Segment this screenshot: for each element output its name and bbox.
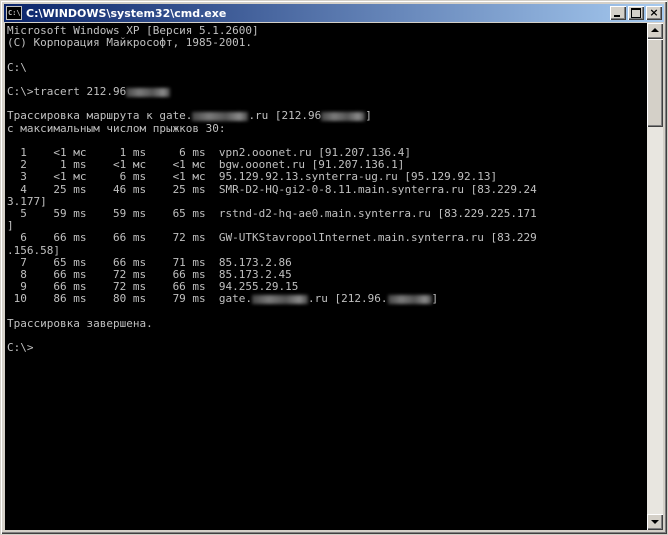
title-bar[interactable]: C:\ C:\WINDOWS\system32\cmd.exe × [4, 4, 664, 22]
trace-header-mid: .ru [212.96 [248, 109, 322, 123]
command-line: C:\>tracert 212.96 [7, 85, 127, 99]
arrow-down-icon [651, 520, 659, 524]
maximize-icon [631, 8, 641, 18]
scroll-down-button[interactable] [647, 514, 663, 530]
copyright-line: (С) Корпорация Майкрософт, 1985-2001. [7, 36, 253, 50]
arrow-up-icon [651, 28, 659, 32]
hop-line: 3 <1 мс 6 ms <1 мс 95.129.92.13.synterra… [7, 170, 498, 184]
console-text: Microsoft Windows XP [Версия 5.1.2600] (… [5, 23, 647, 354]
minimize-button[interactable] [610, 6, 626, 20]
max-hops-line: с максимальным числом прыжков 30: [7, 121, 226, 135]
window-title: C:\WINDOWS\system32\cmd.exe [26, 6, 227, 20]
hop-line: 6 66 ms 66 ms 72 ms GW-UTKStavropolInter… [7, 231, 537, 245]
cmd-window: C:\ C:\WINDOWS\system32\cmd.exe × Micros… [0, 0, 668, 535]
hop-line-wrap: ] [7, 219, 14, 233]
hop-line: 4 25 ms 46 ms 25 ms SMR-D2-HQ-gi2-0-8.11… [7, 182, 537, 196]
redacted-host [192, 111, 249, 121]
minimize-icon [614, 15, 620, 17]
redacted-host [252, 294, 309, 304]
redacted-ip [126, 87, 171, 97]
hop-line-wrap: .156.58] [7, 243, 60, 257]
hop-line-mid: .ru [212.96. [308, 292, 388, 306]
scroll-up-button[interactable] [647, 23, 663, 39]
final-prompt: C:\> [7, 341, 34, 355]
prompt-line: C:\ [7, 60, 27, 74]
hop-line: 7 65 ms 66 ms 71 ms 85.173.2.86 [7, 255, 292, 269]
redacted-ip [321, 111, 366, 121]
hop-line: 1 <1 мс 1 ms 6 ms vpn2.ooonet.ru [91.207… [7, 146, 411, 160]
trace-header-end: ] [365, 109, 372, 123]
hop-line: 8 66 ms 72 ms 66 ms 85.173.2.45 [7, 268, 292, 282]
vertical-scrollbar[interactable] [647, 23, 663, 530]
hop-line: 5 59 ms 59 ms 65 ms rstnd-d2-hq-ae0.main… [7, 207, 537, 221]
hop-line-end: ] [431, 292, 439, 306]
cmd-icon[interactable]: C:\ [6, 6, 22, 20]
hop-line: 2 1 ms <1 мс <1 мс bgw.ooonet.ru [91.207… [7, 158, 405, 172]
hop-line: 9 66 ms 72 ms 66 ms 94.255.29.15 [7, 280, 299, 294]
trace-header: Трассировка маршрута к gate. [7, 109, 193, 123]
hop-line: 10 86 ms 80 ms 79 ms gate. [7, 292, 253, 306]
redacted-ip [387, 294, 432, 304]
trace-complete-line: Трассировка завершена. [7, 316, 153, 330]
header-line: Microsoft Windows XP [Версия 5.1.2600] [7, 24, 259, 37]
hop-line-wrap: 3.177] [7, 194, 47, 208]
console-output[interactable]: Microsoft Windows XP [Версия 5.1.2600] (… [5, 23, 647, 530]
maximize-button[interactable] [628, 6, 644, 20]
close-icon: × [649, 6, 659, 19]
scroll-thumb[interactable] [647, 39, 663, 127]
close-button[interactable]: × [646, 6, 662, 20]
title-buttons: × [610, 6, 662, 20]
